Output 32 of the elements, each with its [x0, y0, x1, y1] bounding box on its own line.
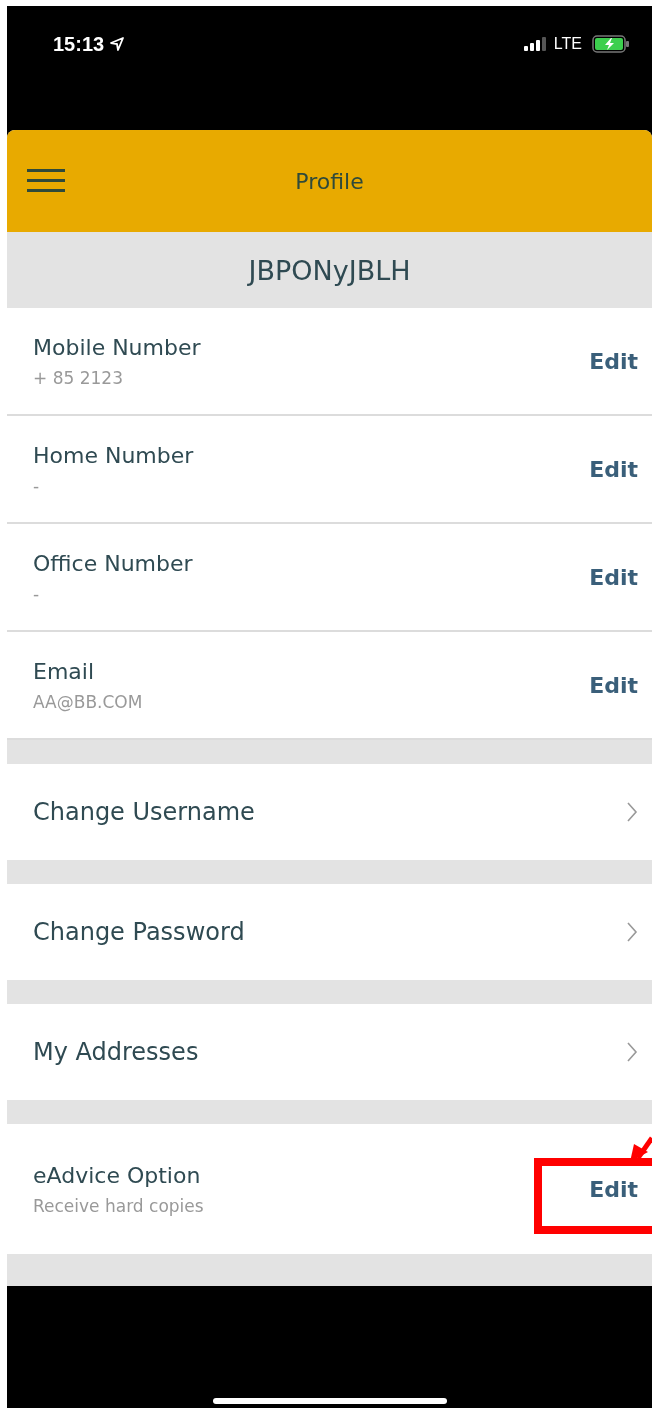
field-value: AA@BB.COM: [33, 691, 143, 712]
row-label: Change Password: [33, 918, 245, 946]
username-text: JBPONyJBLH: [248, 254, 411, 286]
field-label: Email: [33, 658, 96, 684]
battery-charging-icon: [592, 35, 630, 53]
field-label: eAdvice Option: [33, 1162, 202, 1188]
field-label: Mobile Number: [33, 334, 201, 360]
chevron-right-icon: [626, 801, 638, 823]
page-title: Profile: [295, 168, 364, 194]
field-value: Receive hard copies: [33, 1195, 204, 1216]
status-time: 15:13: [53, 32, 105, 56]
menu-row[interactable]: Change Password: [7, 884, 652, 980]
field-value: -: [33, 583, 41, 604]
field-value: -: [33, 475, 41, 496]
row-label: Change Username: [33, 798, 255, 826]
chevron-right-icon: [626, 921, 638, 943]
network-type: LTE: [553, 35, 582, 53]
edit-link[interactable]: Edit: [589, 564, 638, 590]
edit-link[interactable]: Edit: [589, 1176, 638, 1202]
signal-icon: [523, 37, 548, 51]
chevron-right-icon: [626, 1041, 638, 1063]
location-arrow-icon: [110, 37, 125, 51]
field-value: + 85 2123: [33, 367, 124, 388]
edit-link[interactable]: Edit: [589, 456, 638, 482]
menu-row[interactable]: Change Username: [7, 764, 652, 860]
row-label: My Addresses: [33, 1038, 199, 1066]
edit-link[interactable]: Edit: [589, 672, 638, 698]
field-label: Home Number: [33, 442, 194, 468]
menu-icon[interactable]: [27, 168, 67, 194]
field-label: Office Number: [33, 550, 193, 576]
edit-link[interactable]: Edit: [589, 348, 638, 374]
menu-row[interactable]: My Addresses: [7, 1004, 652, 1100]
